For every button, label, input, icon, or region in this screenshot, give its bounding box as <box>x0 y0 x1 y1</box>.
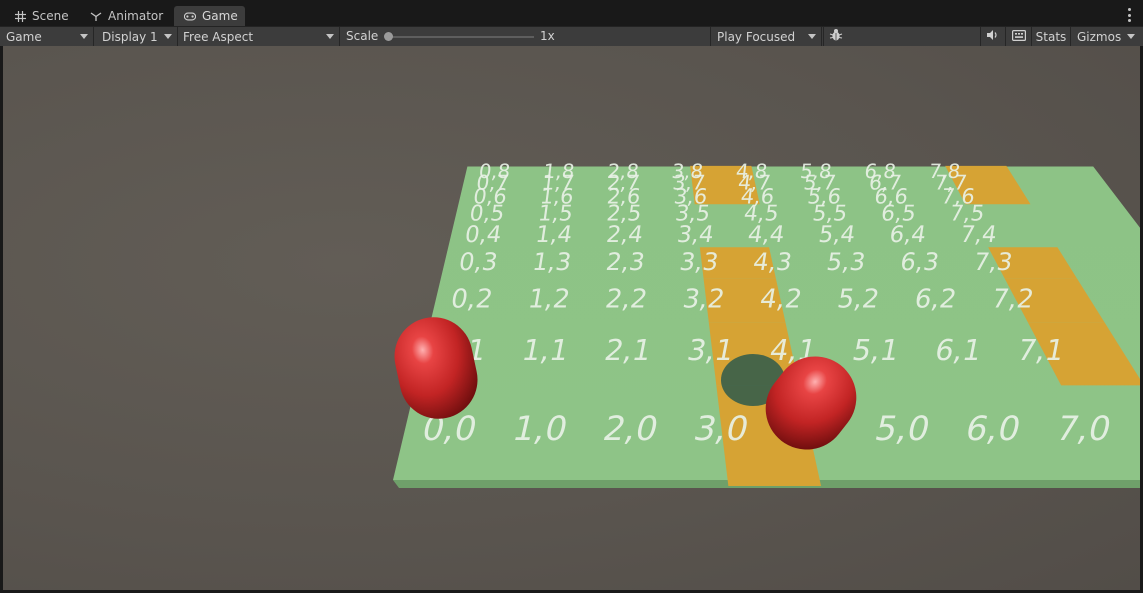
grid-cell-label: 5,8 <box>799 160 833 183</box>
grid-cell-label: 2,0 <box>600 409 662 448</box>
grid-cell-label: 5,3 <box>825 247 868 276</box>
bug-icon <box>829 28 843 45</box>
scale-slider-track[interactable] <box>388 36 534 38</box>
display-select[interactable]: Display 1 <box>96 27 178 46</box>
grid-cell-label: 7,1 <box>1015 333 1067 367</box>
grid-cell-label: 0,3 <box>457 247 500 276</box>
tab-scene-label: Scene <box>32 9 69 23</box>
grid-cell-label: 6,3 <box>898 247 941 276</box>
view-select[interactable]: Game <box>0 27 94 46</box>
grid-cell-label: 4,8 <box>735 160 769 183</box>
display-select-label: Display 1 <box>102 29 158 44</box>
grid-icon <box>14 10 26 22</box>
grid-cell-label: 2,2 <box>603 285 649 315</box>
aspect-select-label: Free Aspect <box>183 29 254 44</box>
view-select-label: Game <box>6 29 42 44</box>
grid-cell-label: 3,3 <box>678 247 721 276</box>
grid-cell-label: 5,1 <box>850 333 902 367</box>
chevron-down-icon <box>80 34 88 39</box>
play-mode-label: Play Focused <box>717 29 796 44</box>
grid-cell-label: 6,1 <box>932 333 984 367</box>
chevron-down-icon <box>326 34 334 39</box>
grid-cell-label: 5,0 <box>871 409 933 448</box>
scale-slider-handle[interactable] <box>384 32 393 41</box>
grid-cell-label: 0,2 <box>449 285 495 315</box>
grid-cell-label: 3,8 <box>670 160 704 183</box>
scale-value: 1x <box>540 29 555 43</box>
more-options-icon[interactable] <box>1127 8 1131 22</box>
grid-cell-label: 4,2 <box>758 285 804 315</box>
grid-cell-label: 7,0 <box>1052 409 1114 448</box>
grid-cell-label: 1,1 <box>519 333 571 367</box>
tab-scene[interactable]: Scene <box>4 6 79 26</box>
tab-animator-label: Animator <box>108 9 164 23</box>
grid-cell-label: 7,3 <box>972 247 1015 276</box>
tab-game[interactable]: Game <box>174 6 245 26</box>
grid-cell-label: 2,8 <box>606 160 640 183</box>
grid-cell-label: 4,3 <box>751 247 794 276</box>
grid-cell-label: 0,8 <box>478 160 512 183</box>
grid-cell-label: 6,8 <box>863 160 897 183</box>
audio-mute-button[interactable] <box>980 27 1005 46</box>
play-mode-select[interactable]: Play Focused <box>710 27 822 46</box>
animator-icon <box>90 10 102 22</box>
aspect-select[interactable]: Free Aspect <box>177 27 340 46</box>
chevron-down-icon <box>164 34 172 39</box>
game-view-toolbar: Game Display 1 Free Aspect Scale 1x Play… <box>0 26 1143 46</box>
stats-button[interactable]: Stats <box>1031 27 1070 46</box>
grid-cell-label: 3,0 <box>690 409 752 448</box>
scale-label: Scale <box>346 29 379 43</box>
grid-cell-label: 2,3 <box>604 247 647 276</box>
gamepad-icon <box>184 10 196 22</box>
stats-label: Stats <box>1035 29 1067 44</box>
gizmos-select[interactable]: Gizmos <box>1070 27 1140 46</box>
chevron-down-icon <box>808 34 816 39</box>
grid-cell-label: 6,2 <box>912 285 958 315</box>
tab-game-label: Game <box>202 9 238 23</box>
grid-cell-label: 3,2 <box>680 285 726 315</box>
grid-cell-label: 7,2 <box>990 285 1036 315</box>
shortcuts-button[interactable] <box>1005 27 1031 46</box>
grid-cell-label: 6,0 <box>962 409 1024 448</box>
tab-bar: Scene Animator Game <box>0 0 1143 26</box>
keyboard-icon <box>1011 29 1026 44</box>
grid-cell-label: 1,8 <box>542 160 576 183</box>
bug-button[interactable] <box>823 27 848 46</box>
grid-cell-label: 5,2 <box>835 285 881 315</box>
gizmos-label: Gizmos <box>1077 29 1122 44</box>
grid-cell-label: 1,0 <box>509 409 571 448</box>
scene-render: 0,01,02,03,04,05,06,07,00,11,12,13,14,15… <box>393 160 1140 488</box>
grid-cell-label: 3,1 <box>684 333 736 367</box>
game-viewport[interactable]: 0,01,02,03,04,05,06,07,00,11,12,13,14,15… <box>3 46 1140 590</box>
tab-animator[interactable]: Animator <box>80 6 173 26</box>
chevron-down-icon <box>1127 34 1135 39</box>
window-border-left <box>0 46 3 593</box>
grid-cell-label: 1,2 <box>526 285 572 315</box>
speaker-icon <box>986 29 1000 44</box>
grid-cell-label: 2,1 <box>602 333 654 367</box>
grid-cell-label: 7,8 <box>927 160 961 183</box>
grid-cell-label: 1,3 <box>531 247 574 276</box>
